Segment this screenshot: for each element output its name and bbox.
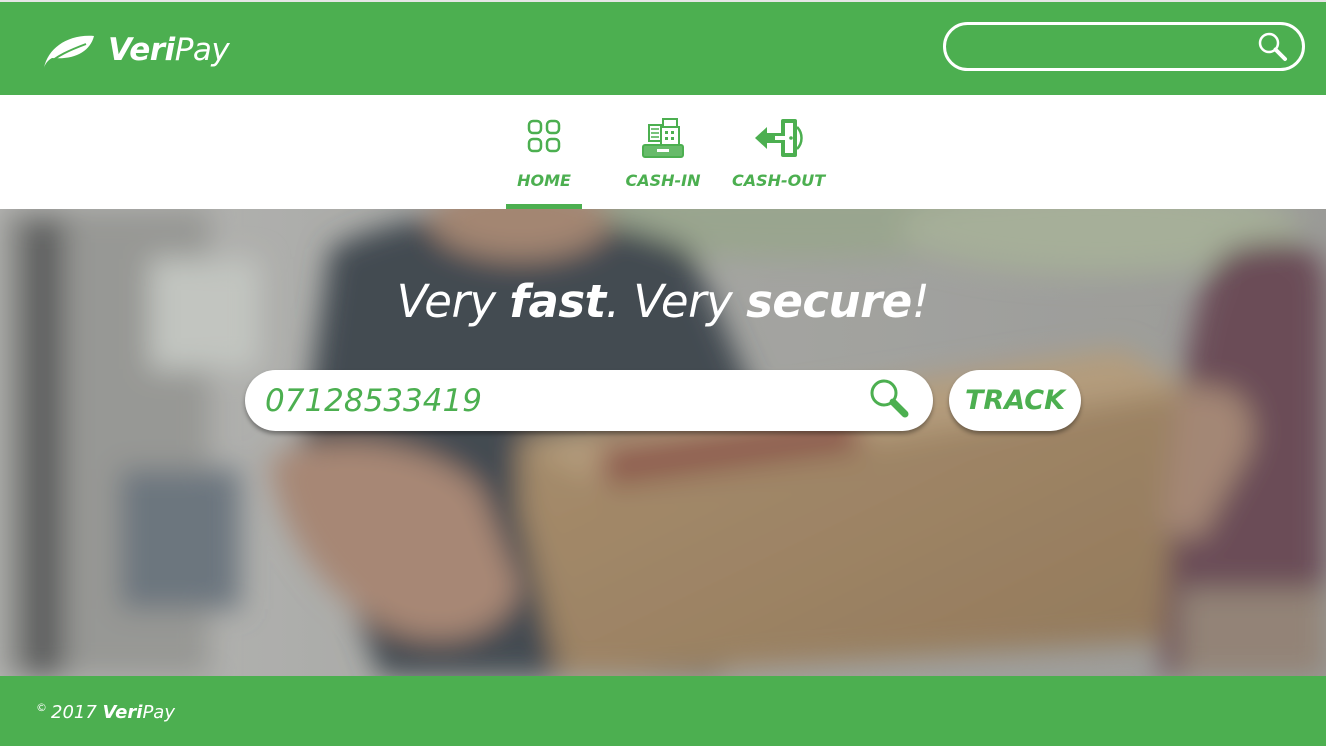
footer-copyright: © 2017 VeriPay [36, 701, 175, 723]
copyright-symbol: © [36, 701, 47, 714]
cash-register-icon [642, 118, 684, 158]
nav-label-cash-in: CASH-IN [625, 171, 701, 190]
tagline-part-1: Very [396, 275, 510, 328]
brand-logo[interactable]: VeriPay [38, 28, 230, 72]
tracking-number-input[interactable] [265, 378, 845, 423]
header-search-input[interactable] [966, 33, 1246, 61]
brand-name-light: Pay [174, 32, 230, 68]
nav-item-cash-in[interactable]: CASH-IN [622, 95, 704, 209]
copyright-year: 2017 [51, 702, 97, 723]
nav-label-cash-out: CASH-OUT [732, 171, 826, 190]
tagline-part-2: fast [509, 275, 606, 328]
footer-brand-light: Pay [142, 702, 175, 723]
hero-tagline: Very fast. Very secure! [0, 275, 1326, 328]
page-footer: © 2017 VeriPay [0, 676, 1326, 746]
nav-label-home: HOME [517, 171, 571, 190]
tagline-part-5: ! [911, 275, 930, 328]
header-search-box[interactable] [943, 22, 1305, 71]
grid-icon [527, 119, 561, 153]
footer-brand-bold: Veri [102, 702, 143, 723]
search-icon[interactable] [867, 377, 911, 421]
nav-item-home[interactable]: HOME [506, 95, 582, 209]
track-button[interactable]: TRACK [949, 370, 1081, 431]
search-icon[interactable] [1256, 31, 1288, 63]
brand-name: VeriPay [108, 32, 230, 68]
hero-section: Very fast. Very secure! TRACK [0, 209, 1326, 676]
brand-name-bold: Veri [108, 32, 175, 68]
tagline-part-4: secure [746, 275, 912, 328]
top-header: VeriPay [0, 0, 1326, 95]
main-nav: HOME CASH-IN CASH-OUT [0, 95, 1326, 209]
exit-door-icon [755, 119, 803, 157]
leaf-icon [44, 35, 94, 68]
tracking-search-box[interactable] [245, 370, 933, 431]
tagline-part-3: . Very [605, 275, 747, 328]
nav-item-cash-out[interactable]: CASH-OUT [732, 95, 826, 209]
